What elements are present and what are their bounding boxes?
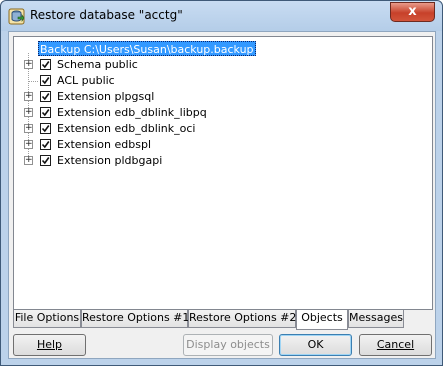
restore-dialog-window: Restore database "acctg" x Backup C:\Use… [0,0,443,366]
cancel-button[interactable]: Cancel [359,334,432,356]
checkbox[interactable] [40,139,51,150]
app-icon [8,8,25,25]
tab-messages[interactable]: Messages [348,310,404,328]
tree-item-label: ACL public [57,74,115,87]
tab-restore-options-2[interactable]: Restore Options #2 [188,310,296,328]
expand-icon[interactable]: + [24,156,33,165]
expand-icon[interactable]: + [24,124,33,133]
expand-icon[interactable]: + [24,140,33,149]
tree-root-label[interactable]: Backup C:\Users\Susan\backup.backup [38,41,256,56]
ok-button[interactable]: OK [279,334,352,356]
tree-item[interactable]: ACL public [14,73,414,89]
checkbox[interactable] [40,59,51,70]
cancel-button-label: Cancel [376,338,415,351]
help-button[interactable]: Help [13,334,86,356]
checkbox[interactable] [40,155,51,166]
tree-item[interactable]: + Extension edb_dblink_libpq [14,105,414,121]
tree-item[interactable]: + Extension pldbgapi [14,153,414,169]
tree-item[interactable]: + Extension edbspl [14,137,414,153]
tree-item-label: Schema public [57,58,138,71]
checkbox[interactable] [40,91,51,102]
expand-icon[interactable]: + [24,92,33,101]
tab-file-options[interactable]: File Options [13,310,81,328]
display-objects-button[interactable]: Display objects [183,334,273,356]
tree-item-label: Extension pldbgapi [57,154,163,167]
checkbox[interactable] [40,75,51,86]
window-title: Restore database "acctg" [30,8,183,22]
tab-bar: File Options Restore Options #1 Restore … [13,310,433,330]
tree-item-label: Extension plpgsql [57,90,155,103]
tree-item[interactable]: + Extension plpgsql [14,89,414,105]
checkbox[interactable] [40,107,51,118]
tree-item-label: Extension edb_dblink_oci [57,122,196,135]
tab-objects[interactable]: Objects [296,310,348,330]
close-button[interactable]: x [390,2,435,22]
tree-item[interactable]: + Extension edb_dblink_oci [14,121,414,137]
expand-icon[interactable]: + [24,108,33,117]
expand-icon[interactable]: + [24,60,33,69]
tree-item-label: Extension edb_dblink_libpq [57,106,207,119]
tree-connector-line [28,81,38,82]
objects-tree[interactable]: Backup C:\Users\Susan\backup.backup + Sc… [13,36,433,310]
tree-root-row[interactable]: Backup C:\Users\Susan\backup.backup [14,41,414,57]
tab-restore-options-1[interactable]: Restore Options #1 [81,310,189,328]
help-button-label: Help [36,338,63,351]
title-bar[interactable]: Restore database "acctg" x [1,1,442,31]
dialog-body: Backup C:\Users\Susan\backup.backup + Sc… [8,31,436,359]
tree-item[interactable]: + Schema public [14,57,414,73]
tree-item-label: Extension edbspl [57,138,151,151]
checkbox[interactable] [40,123,51,134]
